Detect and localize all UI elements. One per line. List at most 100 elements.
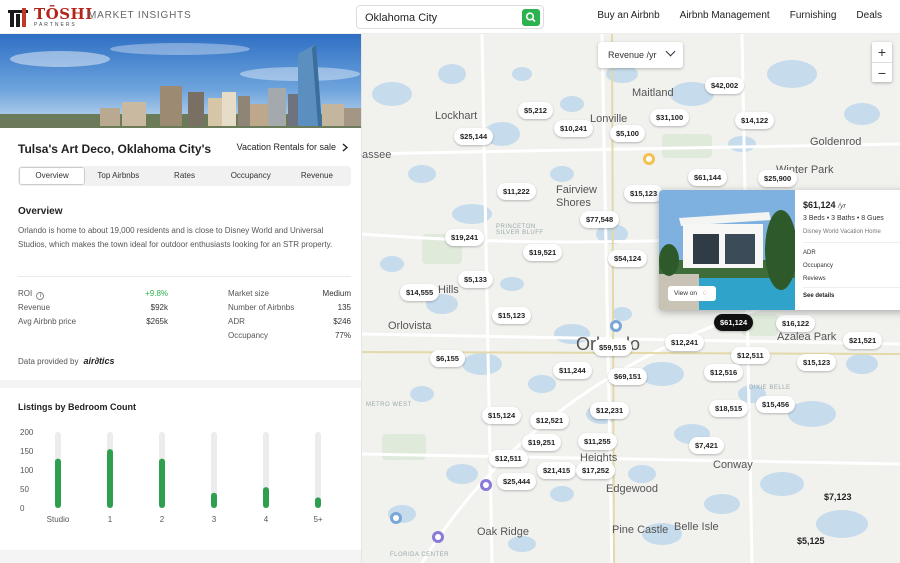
brand-name: TŌSHI	[34, 4, 93, 23]
price-pin[interactable]: $31,100	[650, 109, 690, 126]
price-pin[interactable]: $17,252	[576, 462, 616, 479]
poi-marker-icon[interactable]	[389, 511, 403, 525]
stat-occupancy: Occupancy 77%	[228, 331, 351, 343]
price-pin[interactable]: $5,212	[518, 102, 553, 119]
stat-label: Occupancy	[228, 331, 269, 340]
price-pin[interactable]: $19,241	[445, 229, 485, 246]
poi-marker-icon[interactable]	[609, 319, 623, 333]
listing-reviews-label: Reviews	[803, 276, 826, 282]
map-label: Fairview Shores	[556, 184, 597, 209]
price-pin[interactable]: $15,124	[482, 407, 522, 424]
price-pin[interactable]: $12,511	[731, 347, 770, 364]
price-pin[interactable]: $25,900	[758, 170, 798, 187]
price-pin[interactable]: $12,516	[704, 364, 744, 381]
tab-rates[interactable]: Rates	[151, 167, 217, 185]
price-pin[interactable]: $69,151	[608, 368, 648, 385]
stat-value: +9.8%	[145, 289, 168, 298]
price-pin[interactable]: $12,241	[665, 334, 705, 351]
price-pin[interactable]: $21,521	[843, 332, 883, 349]
price-pin[interactable]: $15,456	[756, 396, 796, 413]
price-pin[interactable]: $61,144	[688, 169, 728, 186]
overview-text: Orlando is home to about 19,000 resident…	[18, 226, 333, 249]
price-pin[interactable]: $15,123	[492, 307, 532, 324]
price-pin[interactable]: $18,515	[709, 400, 749, 417]
stat-avg-price: Avg Airbnb price $265k	[18, 317, 168, 329]
price-pin[interactable]: $10,241	[554, 120, 594, 137]
brand-subname: PARTNERS	[34, 21, 77, 28]
search-input[interactable]	[365, 9, 515, 27]
revenue-metric-dropdown[interactable]: Revenue /yr	[598, 42, 683, 68]
price-pin[interactable]: $14,555	[400, 284, 440, 301]
nav-buy-airbnb[interactable]: Buy an Airbnb	[597, 10, 659, 21]
brand-logo[interactable]: TŌSHI PARTNERS	[8, 6, 93, 28]
price-pin[interactable]: $7,123	[824, 492, 852, 502]
poi-marker-icon[interactable]	[431, 530, 445, 544]
vacation-rentals-link[interactable]: Vacation Rentals for sale	[237, 142, 348, 152]
nav-furnishing[interactable]: Furnishing	[790, 10, 837, 21]
price-pin[interactable]: $12,521	[530, 412, 570, 429]
bar-4[interactable]	[263, 487, 269, 508]
provider-logo[interactable]: air∂tics	[83, 356, 114, 366]
poi-marker-icon[interactable]	[642, 152, 656, 166]
price-pin[interactable]: $15,123	[624, 185, 664, 202]
stat-label: Market size	[228, 289, 269, 298]
price-pin[interactable]: $14,122	[735, 112, 775, 129]
x-tick-label: 3	[212, 515, 217, 524]
price-pin[interactable]: $25,144	[454, 128, 494, 145]
price-pin[interactable]: $11,222	[497, 183, 536, 200]
price-pin[interactable]: $11,244	[553, 362, 592, 379]
price-pin[interactable]: $7,421	[689, 437, 724, 454]
price-pin[interactable]: $5,100	[610, 125, 645, 142]
info-icon[interactable]: i	[36, 292, 45, 300]
divider	[803, 242, 900, 243]
price-pin[interactable]: $12,231	[590, 402, 630, 419]
price-pin[interactable]: $25,444	[497, 473, 537, 490]
zoom-out-button[interactable]: −	[872, 62, 892, 82]
price-pin[interactable]: $59,515	[593, 339, 633, 356]
price-pin[interactable]: $42,002	[705, 77, 745, 94]
price-pin[interactable]: $16,122	[776, 315, 816, 332]
stat-value: $265k	[146, 317, 168, 326]
price-pin[interactable]: $12,511	[489, 450, 528, 467]
zoom-control: + −	[872, 42, 892, 82]
search-button[interactable]	[522, 9, 540, 26]
nav-deals[interactable]: Deals	[856, 10, 882, 21]
price-pin[interactable]: $11,255	[578, 433, 617, 450]
price-pin[interactable]: $15,123	[797, 354, 837, 371]
price-pin[interactable]: $6,155	[430, 350, 465, 367]
price-pin[interactable]: $19,521	[523, 244, 563, 261]
nav-airbnb-management[interactable]: Airbnb Management	[680, 10, 770, 21]
price-pin-selected[interactable]: $61,124	[714, 314, 754, 331]
stat-roi: ROI i +9.8%	[18, 289, 168, 301]
bar-studio[interactable]	[55, 458, 61, 508]
tab-occupancy[interactable]: Occupancy	[218, 167, 284, 185]
poi-marker-icon[interactable]	[479, 478, 493, 492]
revenue-map[interactable]: Maitland Lockhart Goldenrod Fairview Sho…	[362, 34, 900, 563]
y-tick-label: 200	[20, 428, 34, 437]
stat-adr: ADR $246	[228, 317, 351, 329]
tab-top-airbnbs[interactable]: Top Airbnbs	[85, 167, 151, 185]
price-pin[interactable]: $54,124	[608, 250, 648, 267]
price-pin[interactable]: $5,125	[797, 536, 825, 546]
bar-3[interactable]	[211, 492, 217, 508]
x-tick-label: 2	[160, 515, 165, 524]
map-label: assee	[362, 149, 392, 161]
stat-label: ADR	[228, 317, 245, 326]
listing-popup-card[interactable]: View on ♢ $61,124 /yr 3 Beds • 3 Baths •…	[659, 190, 900, 310]
bar-2[interactable]	[159, 458, 165, 508]
insights-panel: Tulsa's Art Deco, Oklahoma City's Vacati…	[0, 34, 362, 563]
view-on-airbnb-button[interactable]: View on ♢	[668, 286, 716, 301]
stat-value: 77%	[334, 331, 351, 340]
price-pin[interactable]: $5,133	[458, 271, 493, 288]
bar-1[interactable]	[107, 449, 113, 508]
zoom-in-button[interactable]: +	[872, 42, 892, 62]
price-pin[interactable]: $19,251	[522, 434, 562, 451]
bar-5-plus[interactable]	[315, 497, 321, 508]
stat-market-size: Market size Medium	[228, 289, 351, 301]
tab-overview[interactable]: Overview	[19, 167, 86, 185]
see-details-link[interactable]: See details	[803, 293, 834, 299]
price-pin[interactable]: $21,415	[537, 462, 577, 479]
tab-revenue[interactable]: Revenue	[284, 167, 350, 185]
price-pin[interactable]: $77,548	[580, 211, 620, 228]
map-label: Pine Castle	[612, 524, 669, 536]
